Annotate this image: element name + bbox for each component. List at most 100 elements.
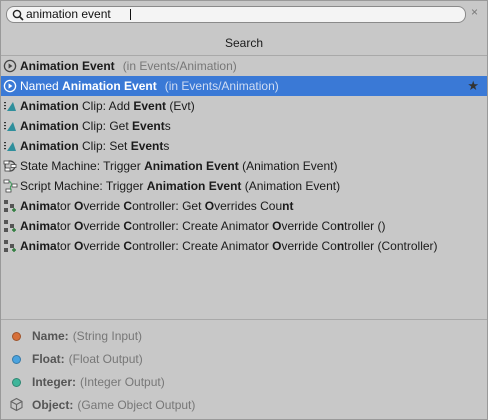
search-input[interactable] <box>26 7 446 22</box>
ports-list: Name: (String Input) Float: (Float Output) I… <box>1 326 487 418</box>
label-segment: Animation <box>20 99 79 113</box>
port-label: Float: (Float Output) <box>32 349 143 369</box>
label-segment: Anima <box>20 219 57 233</box>
favorite-star-icon[interactable]: ★ <box>467 76 479 96</box>
text-caret <box>130 9 131 20</box>
port-type: (Float Output) <box>68 352 143 366</box>
port-type: (Game Object Output) <box>77 398 196 412</box>
result-label: Animation Event (in Events/Animation) <box>20 56 237 76</box>
label-segment: tor <box>56 239 75 253</box>
port-name: Object: <box>32 398 74 412</box>
search-icon <box>12 9 24 21</box>
result-row[interactable]: Script Machine: Trigger Animation Event … <box>1 176 487 196</box>
script-machine-icon <box>3 179 18 193</box>
label-segment: Animation <box>20 139 79 153</box>
port-label: Integer: (Integer Output) <box>32 372 165 392</box>
label-segment: ontroller: Create Animator <box>132 239 273 253</box>
result-label: Named Animation Event (in Events/Animatio… <box>20 76 279 96</box>
label-segment: verride <box>83 239 124 253</box>
port-row: Name: (String Input) <box>1 326 487 349</box>
port-dot-icon <box>12 332 21 341</box>
play-circle-icon <box>3 59 18 73</box>
label-segment: O <box>74 219 84 233</box>
result-row[interactable]: State Machine: Trigger Animation Event (… <box>1 156 487 176</box>
label-segment: s <box>164 119 171 133</box>
result-label: Animation Clip: Get Events <box>20 116 171 136</box>
result-context: (in Events/Animation) <box>164 79 279 93</box>
result-row[interactable]: Animation Clip: Add Event (Evt) <box>1 96 487 116</box>
label-segment: s <box>163 139 170 153</box>
label-segment: troller (Controller) <box>344 239 438 253</box>
results-list: Animation Event (in Events/Animation) Name… <box>1 56 487 256</box>
animator-override-icon <box>3 199 18 213</box>
result-label: Animation Clip: Set Events <box>20 136 169 156</box>
label-segment: O <box>74 199 84 213</box>
label-segment: Event <box>132 119 165 133</box>
divider <box>1 319 487 320</box>
cube-icon <box>9 397 24 412</box>
label-segment: verride <box>83 199 124 213</box>
result-label: Animator Override Controller: Create Ani… <box>20 216 386 236</box>
label-segment: tor <box>56 199 75 213</box>
label-segment: C <box>123 219 133 233</box>
search-box[interactable] <box>6 6 466 23</box>
clear-search-icon[interactable]: × <box>469 6 480 18</box>
result-label: Script Machine: Trigger Animation Event … <box>20 176 340 196</box>
result-row[interactable]: Animator Override Controller: Create Ani… <box>1 216 487 236</box>
animation-clip-icon <box>3 139 18 153</box>
label-segment: tor <box>56 219 75 233</box>
port-row: Object: (Game Object Output) <box>1 395 487 418</box>
label-segment: Animation <box>20 119 79 133</box>
label-segment: Clip: Set <box>78 139 131 153</box>
port-name: Float: <box>32 352 65 366</box>
fuzzy-finder-panel: × Search Animation Event (in Events/Anima… <box>0 0 488 420</box>
result-row[interactable]: Animation Event (in Events/Animation) <box>1 56 487 76</box>
port-dot-icon <box>12 355 21 364</box>
label-segment: verride <box>83 219 124 233</box>
animation-clip-icon <box>3 119 18 133</box>
label-segment: Named <box>20 79 63 93</box>
result-row[interactable]: Named Animation Event (in Events/Animatio… <box>1 76 487 96</box>
label-segment: nt <box>282 199 294 213</box>
label-segment: (Evt) <box>166 99 195 113</box>
label-segment: Anima <box>20 199 57 213</box>
animator-override-icon <box>3 219 18 233</box>
label-segment: Clip: Add <box>78 99 134 113</box>
port-name: Name: <box>32 329 69 343</box>
port-label: Object: (Game Object Output) <box>32 395 195 415</box>
port-dot-icon <box>12 378 21 387</box>
port-row: Integer: (Integer Output) <box>1 372 487 395</box>
result-row[interactable]: Animation Clip: Get Events <box>1 116 487 136</box>
result-label: Animator Override Controller: Create Ani… <box>20 236 438 256</box>
label-segment: Animation Event <box>146 179 242 193</box>
label-segment: State Machine: Trigger <box>20 159 145 173</box>
label-segment: O <box>74 239 84 253</box>
label-segment: Script Machine: Trigger <box>20 179 147 193</box>
result-context: (in Events/Animation) <box>122 59 237 73</box>
result-row[interactable]: Animator Override Controller: Get Overri… <box>1 196 487 216</box>
result-label: Animation Clip: Add Event (Evt) <box>20 96 195 116</box>
port-row: Float: (Float Output) <box>1 349 487 372</box>
state-machine-icon <box>3 159 18 173</box>
section-title: Search <box>224 36 264 50</box>
result-row[interactable]: Animation Clip: Set Events <box>1 136 487 156</box>
port-type: (String Input) <box>72 329 143 343</box>
result-label: Animator Override Controller: Get Overri… <box>20 196 293 216</box>
label-segment: ontroller: Create Animator <box>132 219 273 233</box>
result-row[interactable]: Animator Override Controller: Create Ani… <box>1 236 487 256</box>
result-label: State Machine: Trigger Animation Event (… <box>20 156 337 176</box>
label-segment: Animation Event <box>20 59 115 73</box>
play-circle-icon <box>3 79 18 93</box>
animation-clip-icon <box>3 99 18 113</box>
label-segment: verride Co <box>281 219 337 233</box>
label-segment: Clip: Get <box>78 119 133 133</box>
label-segment: C <box>123 199 133 213</box>
label-segment: troller () <box>344 219 386 233</box>
label-segment: Animation Event <box>144 159 239 173</box>
label-segment: verrides Cou <box>214 199 283 213</box>
label-segment: Anima <box>20 239 57 253</box>
label-segment: Animation Event <box>62 79 157 93</box>
label-segment: C <box>123 239 133 253</box>
label-segment: Event <box>130 139 164 153</box>
port-type: (Integer Output) <box>80 375 165 389</box>
